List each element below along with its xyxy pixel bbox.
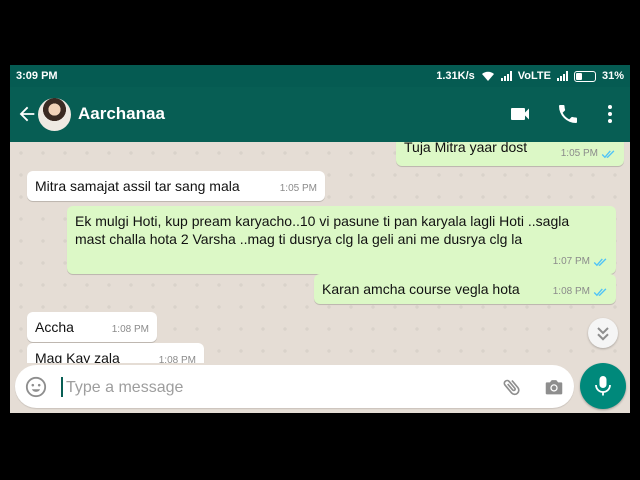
more-vert-icon[interactable] [598, 102, 622, 126]
video-call-icon[interactable] [508, 102, 532, 126]
voice-message-button[interactable] [580, 363, 626, 409]
message-bubble-outgoing[interactable]: Karan amcha course vegla hota 1:08 PM [314, 274, 616, 304]
phone-icon[interactable] [556, 102, 580, 126]
read-ticks-icon [601, 149, 615, 158]
text-cursor [61, 377, 63, 397]
read-ticks-icon [593, 257, 607, 266]
composer[interactable] [15, 365, 574, 408]
read-ticks-icon [593, 287, 607, 296]
message-text: Tuja Mitra yaar dost [404, 142, 528, 155]
network-speed: 1.31K/s [436, 70, 475, 82]
message-bubble-incoming[interactable]: Mag Kay zala 1:08 PM [27, 343, 204, 363]
message-text: Mitra samajat assil tar sang mala [35, 178, 240, 194]
message-list[interactable]: Tuja Mitra yaar dost 1:05 PM Mitra samaj… [10, 142, 630, 363]
status-time: 3:09 PM [16, 70, 58, 82]
status-bar: 3:09 PM 1.31K/s VoLTE 31% [10, 65, 630, 87]
message-time: 1:08 PM [158, 355, 196, 363]
whatsapp-chat-screen: 3:09 PM 1.31K/s VoLTE 31% Aarchanaa Tuja… [10, 65, 630, 413]
message-time: 1:05 PM [560, 148, 598, 159]
scroll-to-bottom-button[interactable] [588, 318, 618, 348]
message-bubble-incoming[interactable]: Mitra samajat assil tar sang mala 1:05 P… [27, 171, 325, 201]
input-bar [10, 363, 630, 413]
message-input[interactable] [64, 373, 448, 403]
message-text: Karan amcha course vegla hota [322, 281, 520, 297]
message-time: 1:05 PM [279, 183, 317, 194]
signal-icon [500, 71, 512, 81]
network-type: VoLTE [517, 70, 551, 82]
camera-icon[interactable] [543, 376, 565, 398]
double-chevron-down-icon [597, 327, 609, 341]
message-time: 1:08 PM [552, 286, 590, 297]
microphone-icon [595, 376, 611, 396]
avatar[interactable] [38, 98, 71, 131]
battery-icon [573, 70, 596, 82]
contact-name[interactable]: Aarchanaa [78, 104, 165, 124]
message-text: Mag Kay zala [35, 350, 120, 363]
message-text: Ek mulgi Hoti, kup pream karyacho..10 vi… [75, 213, 570, 247]
message-bubble-outgoing[interactable]: Tuja Mitra yaar dost 1:05 PM [396, 142, 624, 166]
message-bubble-incoming[interactable]: Accha 1:08 PM [27, 312, 157, 342]
chat-header: Aarchanaa [10, 87, 630, 142]
message-time: 1:07 PM [552, 256, 590, 267]
signal-icon-2 [556, 71, 568, 81]
message-bubble-outgoing[interactable]: Ek mulgi Hoti, kup pream karyacho..10 vi… [67, 206, 616, 274]
battery-level: 31% [601, 70, 624, 82]
back-arrow-icon[interactable] [16, 102, 38, 126]
message-time: 1:08 PM [111, 324, 149, 335]
message-text: Accha [35, 319, 74, 335]
attach-icon[interactable] [501, 376, 523, 398]
emoji-icon[interactable] [25, 376, 47, 398]
wifi-icon [481, 71, 494, 81]
